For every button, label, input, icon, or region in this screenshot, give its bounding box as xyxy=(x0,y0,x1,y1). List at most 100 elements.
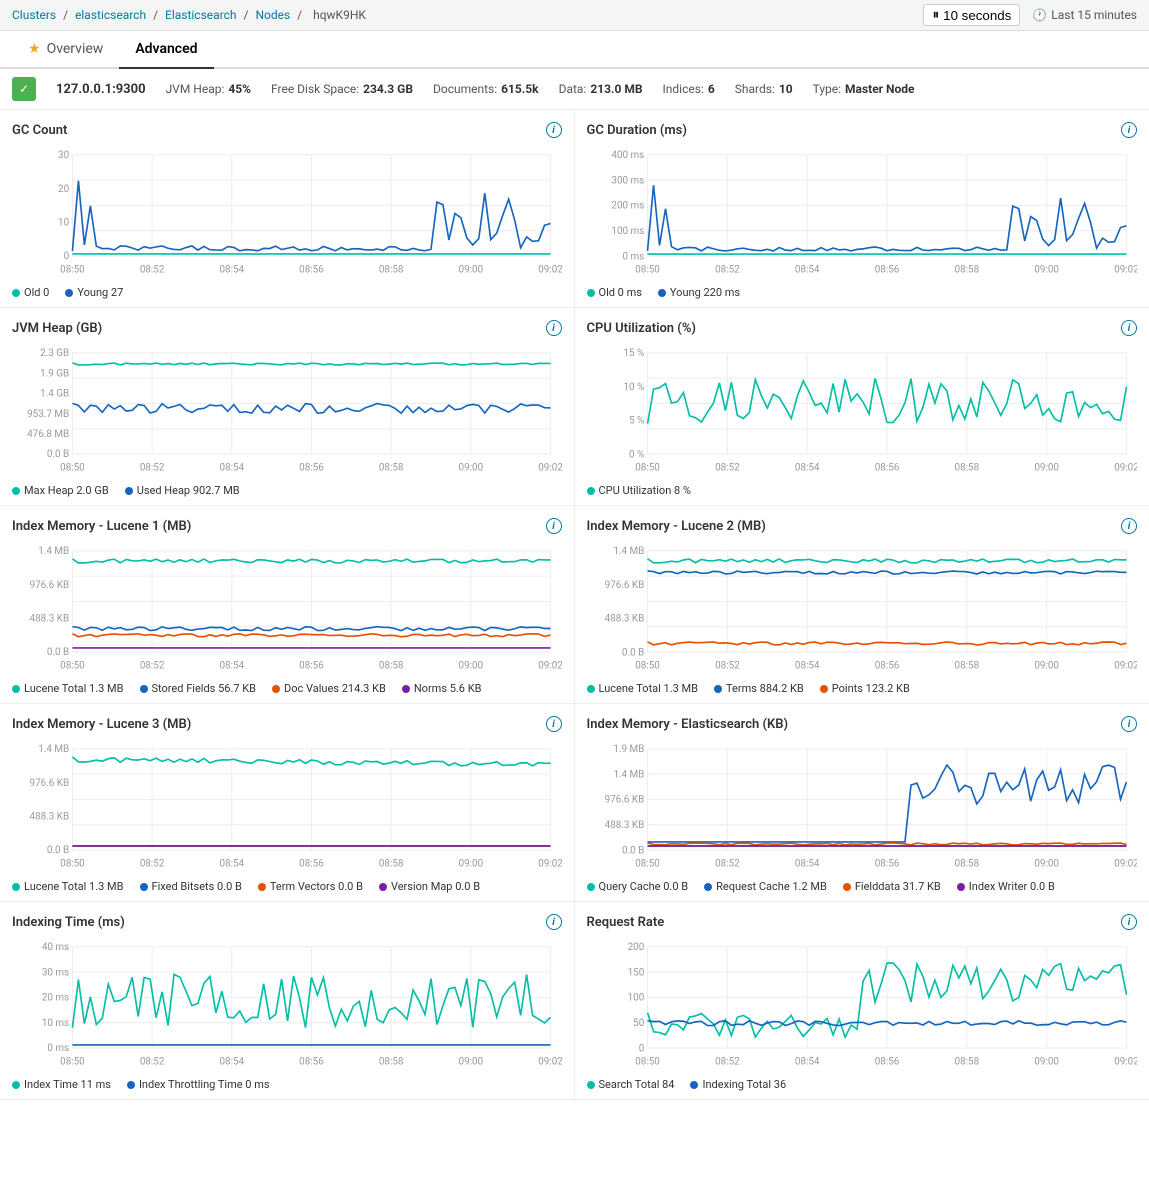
svg-text:1.4 MB: 1.4 MB xyxy=(38,546,69,557)
chart-svg-area: 08:5008:5208:5408:5608:5809:0009:021.9 M… xyxy=(587,736,1138,876)
node-bar: ✓ 127.0.0.1:9300 JVM Heap: 45% Free Disk… xyxy=(0,69,1149,110)
svg-text:08:58: 08:58 xyxy=(379,462,404,473)
breadcrumb-nodes[interactable]: Nodes xyxy=(255,8,290,22)
chart-title-text: GC Count xyxy=(12,123,67,138)
legend-label: Lucene Total 1.3 MB xyxy=(599,682,699,695)
top-bar: Clusters / elasticsearch / Elasticsearch… xyxy=(0,0,1149,31)
svg-text:09:00: 09:00 xyxy=(459,858,484,869)
chart-info-button[interactable]: i xyxy=(1121,122,1137,138)
chart-info-button[interactable]: i xyxy=(546,914,562,930)
legend-item: Search Total 84 xyxy=(587,1078,675,1091)
svg-text:08:58: 08:58 xyxy=(954,1057,979,1068)
svg-text:08:52: 08:52 xyxy=(715,1057,740,1068)
svg-text:09:00: 09:00 xyxy=(1034,463,1059,474)
breadcrumb-elasticsearch2[interactable]: Elasticsearch xyxy=(165,8,237,22)
legend-dot xyxy=(587,289,595,297)
svg-text:300 ms: 300 ms xyxy=(611,175,644,186)
svg-text:2.3 GB: 2.3 GB xyxy=(40,348,69,359)
legend-item: Index Writer 0.0 B xyxy=(957,880,1055,893)
pause-button[interactable]: ⏸ 10 seconds xyxy=(923,4,1020,26)
chart-title-row: Index Memory - Lucene 3 (MB) i xyxy=(12,716,562,732)
svg-text:10 %: 10 % xyxy=(623,382,644,393)
legend-item: Old 0 ms xyxy=(587,286,642,299)
chart-info-button[interactable]: i xyxy=(1121,716,1137,732)
legend-label: Old 0 ms xyxy=(599,286,642,299)
svg-text:0 ms: 0 ms xyxy=(47,1043,69,1054)
legend-dot xyxy=(12,685,20,693)
legend-item: Version Map 0.0 B xyxy=(379,880,480,893)
chart-title-text: CPU Utilization (%) xyxy=(587,321,696,336)
svg-text:09:00: 09:00 xyxy=(459,1056,484,1067)
chart-info-button[interactable]: i xyxy=(546,320,562,336)
chart-title-text: Index Memory - Lucene 1 (MB) xyxy=(12,519,191,534)
breadcrumb-elasticsearch[interactable]: elasticsearch xyxy=(75,8,146,22)
chart-title-text: Request Rate xyxy=(587,915,665,930)
svg-text:976.6 KB: 976.6 KB xyxy=(30,580,70,591)
svg-text:08:56: 08:56 xyxy=(299,1056,324,1067)
legend-label: Indexing Total 36 xyxy=(702,1078,786,1091)
chart-svg-area: 08:5008:5208:5408:5608:5809:0009:021.4 M… xyxy=(587,538,1138,678)
chart-info-button[interactable]: i xyxy=(1121,320,1137,336)
chart-info-button[interactable]: i xyxy=(546,716,562,732)
chart-svg-area: 08:5008:5208:5408:5608:5809:0009:0220015… xyxy=(587,934,1138,1074)
svg-text:08:52: 08:52 xyxy=(140,1056,165,1067)
svg-text:976.6 KB: 976.6 KB xyxy=(30,778,70,789)
legend-dot xyxy=(587,685,595,693)
chart-title-text: Index Memory - Lucene 3 (MB) xyxy=(12,717,191,732)
svg-text:0.0 B: 0.0 B xyxy=(621,647,643,658)
legend-dot xyxy=(125,487,133,495)
svg-text:5 %: 5 % xyxy=(629,416,644,427)
tab-overview[interactable]: ★ Overview xyxy=(12,31,119,67)
svg-text:0.0 B: 0.0 B xyxy=(47,647,69,658)
chart-title-row: Request Rate i xyxy=(587,914,1138,930)
chart-info-button[interactable]: i xyxy=(546,518,562,534)
shards-label: Shards: xyxy=(735,82,775,96)
svg-text:08:56: 08:56 xyxy=(874,1057,899,1068)
svg-text:0: 0 xyxy=(64,251,70,262)
svg-text:50: 50 xyxy=(633,1018,644,1029)
chart-title-row: JVM Heap (GB) i xyxy=(12,320,562,336)
chart-title-text: Indexing Time (ms) xyxy=(12,915,125,930)
svg-text:15 %: 15 % xyxy=(623,348,644,359)
svg-text:08:58: 08:58 xyxy=(379,858,404,869)
chart-title-text: JVM Heap (GB) xyxy=(12,321,102,336)
legend-dot xyxy=(65,289,73,297)
chart-panel-index-mem-lucene2: Index Memory - Lucene 2 (MB)i08:5008:520… xyxy=(575,506,1149,704)
chart-info-button[interactable]: i xyxy=(1121,914,1137,930)
legend-item: Young 220 ms xyxy=(658,286,740,299)
chart-panel-indexing-time: Indexing Time (ms)i08:5008:5208:5408:560… xyxy=(0,902,575,1100)
indices-label: Indices: xyxy=(663,82,704,96)
breadcrumb-clusters[interactable]: Clusters xyxy=(12,8,56,22)
legend-label: Request Cache 1.2 MB xyxy=(716,880,827,893)
tab-advanced[interactable]: Advanced xyxy=(119,31,213,69)
legend-dot xyxy=(272,685,280,693)
legend-label: Version Map 0.0 B xyxy=(391,880,480,893)
legend-item: Index Time 11 ms xyxy=(12,1078,111,1091)
legend-item: Lucene Total 1.3 MB xyxy=(587,682,699,695)
svg-text:08:50: 08:50 xyxy=(635,463,660,474)
disk-value: 234.3 GB xyxy=(363,82,413,96)
svg-text:08:56: 08:56 xyxy=(874,463,899,474)
svg-text:30: 30 xyxy=(58,150,69,161)
chart-panel-gc-count: GC Counti08:5008:5208:5408:5608:5809:000… xyxy=(0,110,575,308)
breadcrumb: Clusters / elasticsearch / Elasticsearch… xyxy=(12,8,923,22)
svg-text:10: 10 xyxy=(58,218,69,229)
svg-text:08:54: 08:54 xyxy=(794,661,819,672)
chart-info-button[interactable]: i xyxy=(1121,518,1137,534)
chart-title-row: Index Memory - Lucene 1 (MB) i xyxy=(12,518,562,534)
svg-text:09:00: 09:00 xyxy=(1034,859,1059,870)
svg-text:08:58: 08:58 xyxy=(379,1056,404,1067)
svg-text:08:54: 08:54 xyxy=(220,858,245,869)
svg-text:09:02: 09:02 xyxy=(538,1056,561,1067)
svg-text:08:54: 08:54 xyxy=(220,660,245,671)
svg-text:0.0 B: 0.0 B xyxy=(47,449,69,460)
chart-info-button[interactable]: i xyxy=(546,122,562,138)
svg-text:0: 0 xyxy=(638,1043,644,1054)
svg-text:08:54: 08:54 xyxy=(794,1057,819,1068)
chart-panel-request-rate: Request Ratei08:5008:5208:5408:5608:5809… xyxy=(575,902,1149,1100)
legend-item: Lucene Total 1.3 MB xyxy=(12,880,124,893)
legend-dot xyxy=(127,1081,135,1089)
svg-text:200 ms: 200 ms xyxy=(611,201,644,212)
legend-label: CPU Utilization 8 % xyxy=(599,484,691,497)
svg-text:400 ms: 400 ms xyxy=(611,150,644,161)
